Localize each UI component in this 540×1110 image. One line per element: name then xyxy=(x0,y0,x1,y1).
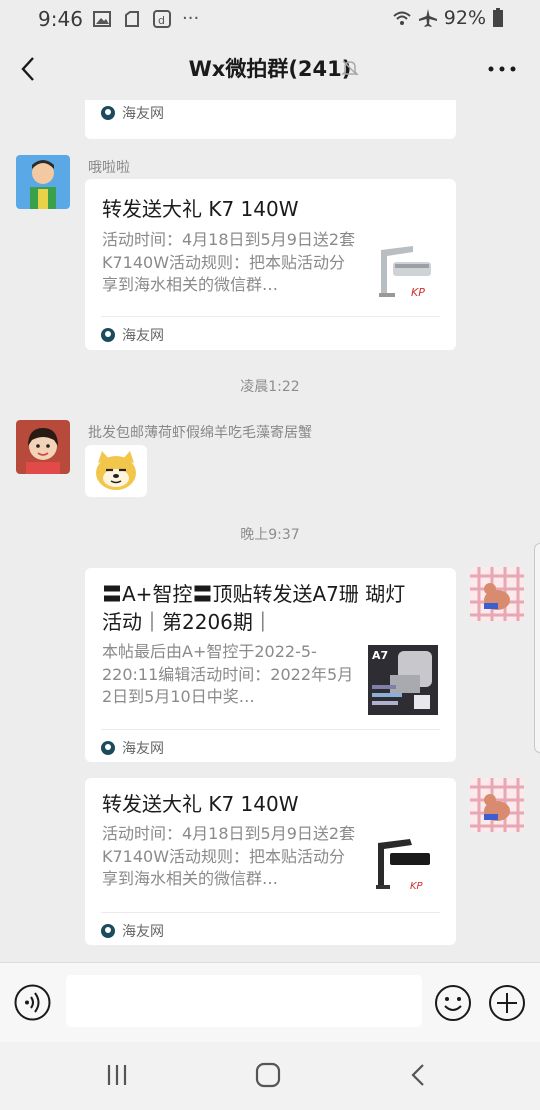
card-source-label: 海友网 xyxy=(122,328,164,344)
chat-area[interactable]: 海友网 哦啦啦 转发送大礼 K7 140W 活动时间：4月18日到5月9日送2套… xyxy=(0,100,540,962)
plus-icon[interactable] xyxy=(488,984,526,1022)
card-source-label: 海友网 xyxy=(122,924,164,940)
notification-app-icon xyxy=(125,10,139,27)
card-title-line2: 活动｜第2206期｜ xyxy=(102,610,273,634)
input-bar xyxy=(0,962,540,1042)
card-source: 海友网 xyxy=(101,921,164,941)
thumb-brand: KP xyxy=(410,881,424,892)
avatar-image xyxy=(16,155,70,209)
avatar[interactable] xyxy=(16,155,70,209)
card-divider xyxy=(101,729,440,730)
haiyou-logo-icon xyxy=(101,924,115,938)
battery-percent: 92% xyxy=(443,7,486,29)
card-source: 海友网 xyxy=(101,103,164,123)
time-divider: 晚上9:37 xyxy=(240,527,300,543)
card-description: 本帖最后由A+智控于2022-5-220:11编辑活动时间：2022年5月2日到… xyxy=(102,642,354,706)
home-icon[interactable] xyxy=(254,1061,282,1089)
sticker-dog-icon xyxy=(96,451,136,490)
battery-icon xyxy=(493,8,503,27)
recent-apps-icon[interactable] xyxy=(104,1062,130,1088)
chat-header: Wx微拍群(241) xyxy=(0,38,540,100)
time-divider: 凌晨1:22 xyxy=(240,379,300,395)
system-nav-bar xyxy=(0,1042,540,1110)
thumb-brand: KP xyxy=(411,286,425,299)
svg-text:d: d xyxy=(158,14,165,27)
card-source-label: 海友网 xyxy=(122,741,164,757)
avatar-image xyxy=(470,778,524,832)
card-thumbnail: KP xyxy=(368,833,438,903)
card-source: 海友网 xyxy=(101,738,164,758)
d-app-icon: d xyxy=(153,9,171,28)
nav-back-icon[interactable] xyxy=(406,1062,432,1088)
status-right: 92% xyxy=(392,7,504,29)
avatar-image xyxy=(470,567,524,621)
haiyou-logo-icon xyxy=(101,106,115,120)
sender-name: 哦啦啦 xyxy=(88,160,130,176)
bell-off-icon xyxy=(341,60,359,76)
more-notifications: ··· xyxy=(182,8,200,29)
avatar[interactable] xyxy=(16,420,70,474)
sticker-message[interactable] xyxy=(85,445,147,497)
more-dots-icon[interactable] xyxy=(486,58,518,80)
card-description: 活动时间：4月18日到5月9日送2套K7140W活动规则：把本贴活动分享到海水相… xyxy=(102,824,356,888)
card-divider xyxy=(101,316,440,317)
chat-title[interactable]: Wx微拍群(241) xyxy=(0,53,540,83)
notification-icons: d ··· xyxy=(92,8,199,29)
message-input[interactable] xyxy=(66,975,422,1027)
link-card[interactable]: 转发送大礼 K7 140W 活动时间：4月18日到5月9日送2套K7140W活动… xyxy=(85,179,456,350)
card-thumbnail: KP xyxy=(373,238,443,308)
card-thumbnail: A7 xyxy=(368,645,438,715)
scrollbar-handle[interactable] xyxy=(534,543,540,753)
thumb-model: A7 xyxy=(372,649,388,662)
link-card-self[interactable]: 〓A+智控〓顶贴转发送A7珊 瑚灯 活动｜第2206期｜ 本帖最后由A+智控于2… xyxy=(85,568,456,762)
card-divider xyxy=(101,912,440,913)
sender-name: 批发包邮薄荷虾假绵羊吃毛藻寄居蟹 xyxy=(88,425,312,441)
haiyou-logo-icon xyxy=(101,741,115,755)
card-source: 海友网 xyxy=(101,325,164,345)
self-avatar[interactable] xyxy=(470,567,524,621)
card-title: 转发送大礼 K7 140W xyxy=(102,792,299,816)
voice-icon[interactable] xyxy=(14,984,51,1021)
gallery-icon xyxy=(93,10,111,27)
status-time: 9:46 xyxy=(38,7,83,31)
status-bar: 9:46 d ··· 92% xyxy=(0,0,540,38)
emoji-icon[interactable] xyxy=(434,984,472,1022)
wifi-icon xyxy=(393,11,411,25)
card-source-label: 海友网 xyxy=(122,106,164,122)
link-card-self[interactable]: 转发送大礼 K7 140W 活动时间：4月18日到5月9日送2套K7140W活动… xyxy=(85,778,456,945)
self-avatar[interactable] xyxy=(470,778,524,832)
link-card-partial[interactable]: 海友网 xyxy=(85,100,456,139)
card-title: 转发送大礼 K7 140W xyxy=(102,197,299,221)
haiyou-logo-icon xyxy=(101,328,115,342)
airplane-icon xyxy=(418,9,437,27)
card-title-line1: 〓A+智控〓顶贴转发送A7珊 瑚灯 xyxy=(102,582,406,606)
card-description: 活动时间：4月18日到5月9日送2套K7140W活动规则：把本贴活动分享到海水相… xyxy=(102,230,356,294)
avatar-image xyxy=(16,420,70,474)
